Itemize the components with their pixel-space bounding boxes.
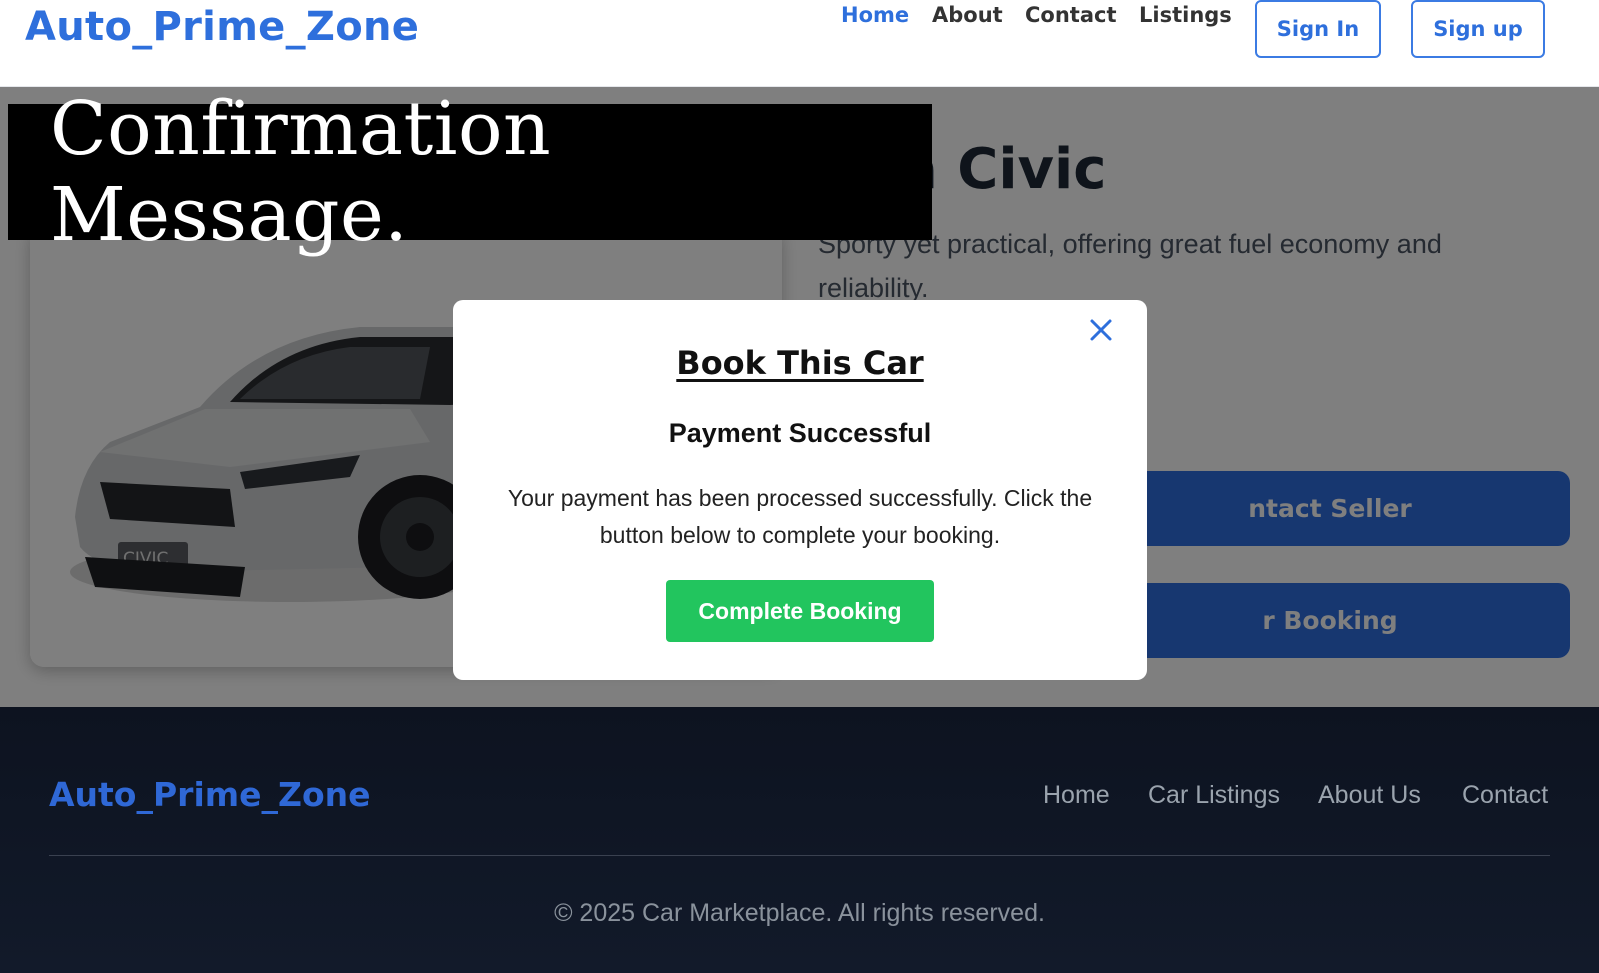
site-footer: Auto_Prime_Zone Home Car Listings About … <box>0 707 1599 973</box>
booking-modal: Book This Car Payment Successful Your pa… <box>453 300 1147 680</box>
payment-status-heading: Payment Successful <box>668 418 932 448</box>
modal-title: Book This Car <box>676 344 924 382</box>
close-icon[interactable] <box>1085 314 1117 346</box>
footer-divider <box>49 855 1550 856</box>
footer-link-about-us[interactable]: About Us <box>1318 781 1421 810</box>
nav-contact[interactable]: Contact <box>1025 3 1117 27</box>
nav-home[interactable]: Home <box>841 3 909 27</box>
footer-link-home[interactable]: Home <box>1043 781 1110 810</box>
footer-link-contact[interactable]: Contact <box>1462 781 1548 810</box>
sign-in-button[interactable]: Sign In <box>1255 0 1381 58</box>
site-header: Auto_Prime_Zone Home About Contact Listi… <box>0 0 1599 87</box>
footer-link-car-listings[interactable]: Car Listings <box>1148 781 1280 810</box>
caption-banner: Confirmation Message. <box>8 86 932 258</box>
payment-message: Your payment has been processed successf… <box>507 485 1093 548</box>
caption-text: Confirmation Message. <box>50 86 552 258</box>
nav-about[interactable]: About <box>932 3 1003 27</box>
nav-listings[interactable]: Listings <box>1139 3 1232 27</box>
footer-logo[interactable]: Auto_Prime_Zone <box>49 775 371 814</box>
complete-booking-button[interactable]: Complete Booking <box>666 580 934 642</box>
copyright-text: © 2025 Car Marketplace. All rights reser… <box>554 899 1045 927</box>
site-logo[interactable]: Auto_Prime_Zone <box>25 4 419 50</box>
sign-up-button[interactable]: Sign up <box>1411 0 1545 58</box>
